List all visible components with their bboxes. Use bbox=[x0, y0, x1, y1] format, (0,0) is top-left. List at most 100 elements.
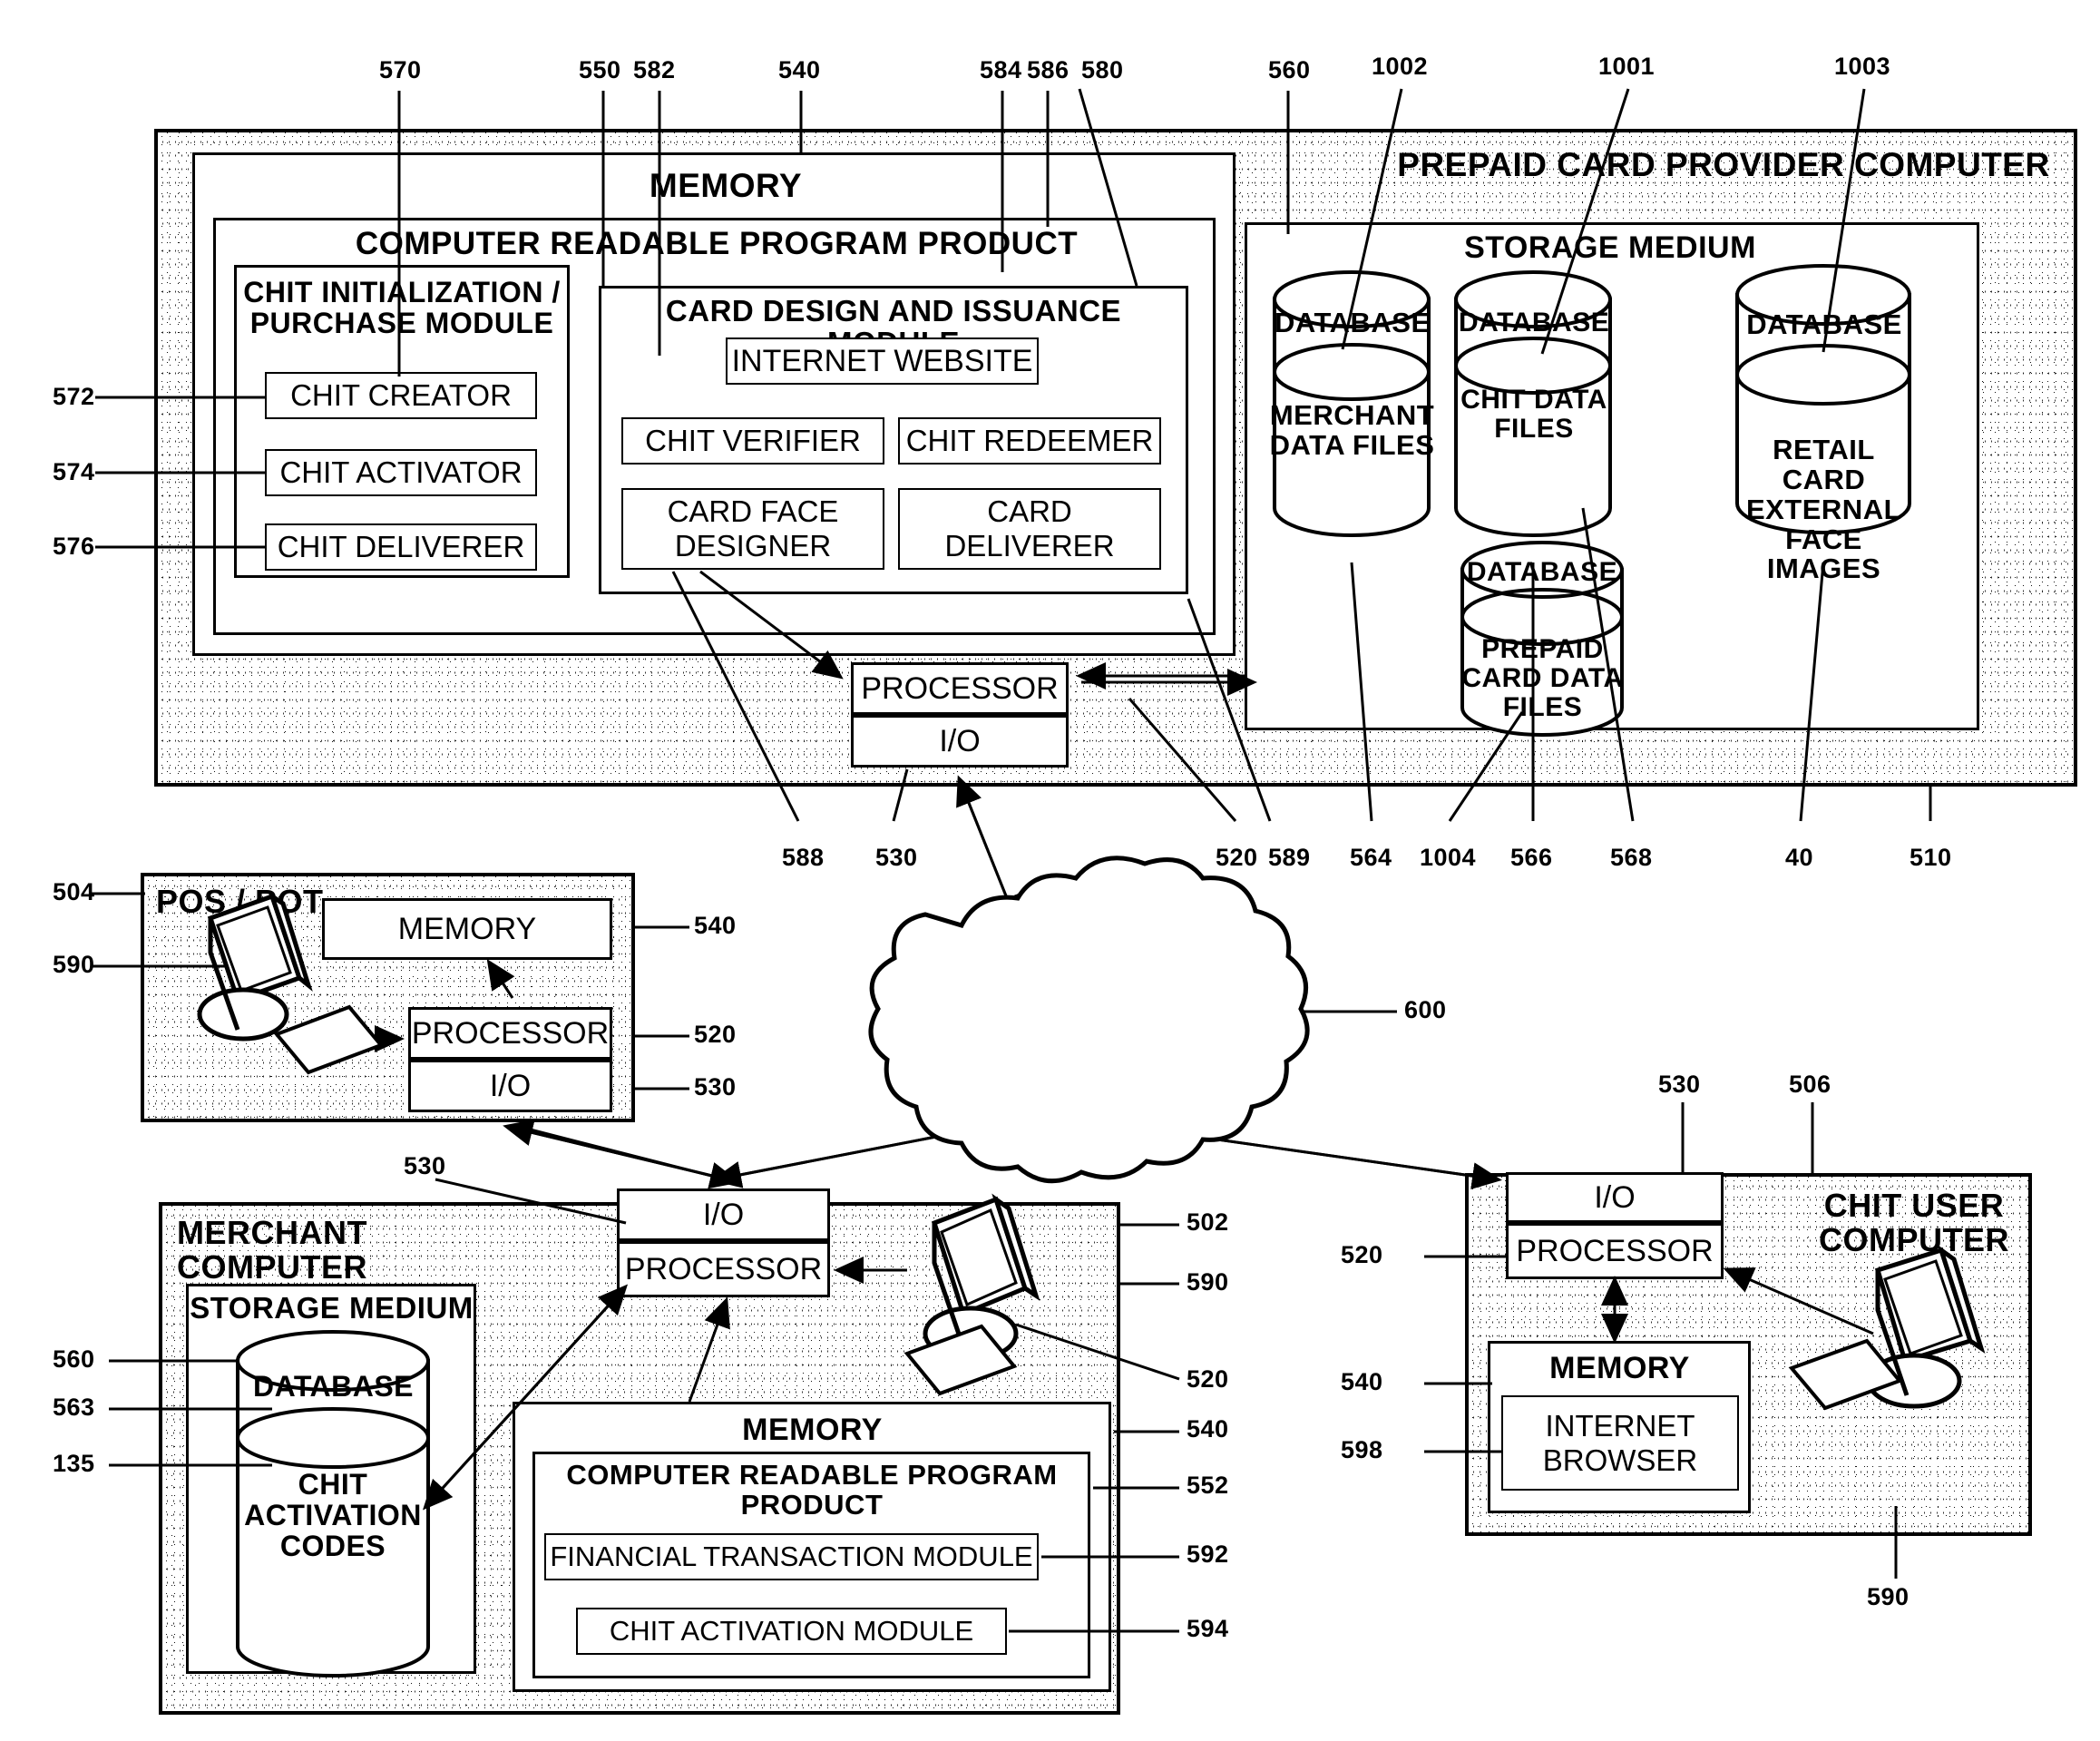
ref-530-chit-user: 530 bbox=[1658, 1071, 1701, 1098]
ref-572: 572 bbox=[53, 383, 95, 410]
chit-redeemer-label: CHIT REDEEMER bbox=[905, 424, 1154, 457]
provider-io-box[interactable]: I/O bbox=[851, 715, 1069, 768]
ref-504: 504 bbox=[53, 878, 95, 905]
provider-db4-top-label: DATABASE bbox=[1466, 557, 1618, 587]
ref-590-merchant: 590 bbox=[1187, 1268, 1229, 1296]
internet-browser-box[interactable]: INTERNET BROWSER bbox=[1501, 1395, 1739, 1491]
financial-transaction-module-box[interactable]: FINANCIAL TRANSACTION MODULE bbox=[544, 1533, 1039, 1580]
ref-576: 576 bbox=[53, 533, 95, 560]
merchant-processor-box[interactable]: PROCESSOR bbox=[617, 1241, 830, 1297]
provider-db1-top-label: DATABASE bbox=[1275, 307, 1431, 338]
internet-browser-label: INTERNET BROWSER bbox=[1542, 1408, 1698, 1477]
merchant-computer-title: MERCHANT COMPUTER bbox=[177, 1214, 367, 1286]
ref-540-merchant: 540 bbox=[1187, 1415, 1229, 1443]
ref-600: 600 bbox=[1404, 996, 1447, 1023]
provider-memory-label: MEMORY bbox=[649, 167, 803, 204]
ref-520-pos: 520 bbox=[694, 1021, 737, 1048]
pos-memory-box[interactable]: MEMORY bbox=[322, 898, 612, 960]
ref-520-merchant: 520 bbox=[1187, 1365, 1229, 1393]
provider-processor-box[interactable]: PROCESSOR bbox=[851, 662, 1069, 715]
merchant-io-box[interactable]: I/O bbox=[617, 1188, 830, 1241]
provider-io-label: I/O bbox=[939, 723, 981, 758]
ref-580: 580 bbox=[1081, 56, 1124, 83]
chit-user-io-box[interactable]: I/O bbox=[1506, 1172, 1724, 1223]
ref-560-top: 560 bbox=[1268, 56, 1311, 83]
ref-589: 589 bbox=[1268, 844, 1311, 871]
communications-network-label: COMMUNICATIONS NETWORK bbox=[928, 983, 1222, 1051]
provider-processor-label: PROCESSOR bbox=[861, 670, 1059, 706]
ref-1002: 1002 bbox=[1372, 53, 1429, 80]
chit-user-memory-label: MEMORY bbox=[1549, 1351, 1690, 1385]
ref-520-chit-user: 520 bbox=[1341, 1241, 1383, 1268]
chit-activation-module-box[interactable]: CHIT ACTIVATION MODULE bbox=[576, 1608, 1007, 1655]
ref-584: 584 bbox=[980, 56, 1022, 83]
ref-540-pos: 540 bbox=[694, 912, 737, 939]
ref-530-merchant: 530 bbox=[404, 1152, 446, 1179]
ref-563: 563 bbox=[53, 1394, 95, 1421]
ref-566: 566 bbox=[1510, 844, 1553, 871]
chit-user-processor-box[interactable]: PROCESSOR bbox=[1506, 1223, 1724, 1279]
ref-560-merchant: 560 bbox=[53, 1345, 95, 1373]
pos-io-label: I/O bbox=[489, 1068, 532, 1103]
merchant-program-product-label: COMPUTER READABLE PROGRAM PRODUCT bbox=[566, 1459, 1058, 1521]
card-face-designer-box[interactable]: CARD FACE DESIGNER bbox=[621, 488, 884, 570]
ref-1004: 1004 bbox=[1420, 844, 1477, 871]
ref-530-pos: 530 bbox=[694, 1073, 737, 1100]
provider-db3-top-label: DATABASE bbox=[1746, 308, 1902, 340]
chit-activator-box[interactable]: CHIT ACTIVATOR bbox=[265, 449, 537, 496]
provider-db4-bottom-label: PREPAID CARD DATA FILES bbox=[1461, 634, 1624, 722]
ref-570: 570 bbox=[379, 56, 422, 83]
chit-redeemer-box[interactable]: CHIT REDEEMER bbox=[898, 417, 1161, 465]
ref-590-pos: 590 bbox=[53, 951, 95, 978]
ref-590-chit-user: 590 bbox=[1867, 1583, 1910, 1610]
merchant-io-label: I/O bbox=[702, 1197, 745, 1232]
ref-592: 592 bbox=[1187, 1540, 1229, 1568]
chit-activator-label: CHIT ACTIVATOR bbox=[279, 455, 523, 489]
ref-598: 598 bbox=[1341, 1436, 1383, 1463]
pos-io-box[interactable]: I/O bbox=[408, 1060, 612, 1112]
ref-564: 564 bbox=[1350, 844, 1392, 871]
ref-1001: 1001 bbox=[1598, 53, 1656, 80]
internet-website-label: INTERNET WEBSITE bbox=[731, 343, 1033, 378]
chit-verifier-box[interactable]: CHIT VERIFIER bbox=[621, 417, 884, 465]
chit-deliverer-box[interactable]: CHIT DELIVERER bbox=[265, 523, 537, 571]
ref-552: 552 bbox=[1187, 1472, 1229, 1499]
chit-initialization-purchase-module-label: CHIT INITIALIZATION / PURCHASE MODULE bbox=[243, 276, 561, 339]
ref-40: 40 bbox=[1785, 844, 1814, 871]
ref-520-provider: 520 bbox=[1216, 844, 1258, 871]
pos-processor-label: PROCESSOR bbox=[411, 1015, 610, 1051]
provider-db1-bottom-label: MERCHANT DATA FILES bbox=[1269, 399, 1435, 461]
card-deliverer-label: CARD DELIVERER bbox=[944, 494, 1115, 562]
chit-creator-box[interactable]: CHIT CREATOR bbox=[265, 372, 537, 419]
chit-user-io-label: I/O bbox=[1594, 1179, 1636, 1215]
card-deliverer-box[interactable]: CARD DELIVERER bbox=[898, 488, 1161, 570]
chit-user-computer-title: CHIT USER COMPUTER bbox=[1819, 1187, 2009, 1259]
patent-figure: PREPAID CARD PROVIDER COMPUTER MEMORY CO… bbox=[0, 0, 2100, 1741]
chit-user-processor-label: PROCESSOR bbox=[1516, 1233, 1714, 1268]
pos-processor-box[interactable]: PROCESSOR bbox=[408, 1007, 612, 1060]
provider-db3-bottom-label: RETAIL CARD EXTERNAL FACE IMAGES bbox=[1745, 434, 1902, 585]
ref-135: 135 bbox=[53, 1450, 95, 1477]
merchant-processor-label: PROCESSOR bbox=[624, 1251, 823, 1286]
ref-510: 510 bbox=[1910, 844, 1952, 871]
ref-568: 568 bbox=[1610, 844, 1653, 871]
ref-540-chit-user: 540 bbox=[1341, 1368, 1383, 1395]
ref-594: 594 bbox=[1187, 1615, 1229, 1642]
provider-program-product-label: COMPUTER READABLE PROGRAM PRODUCT bbox=[355, 226, 1079, 261]
merchant-storage-medium-label: STORAGE MEDIUM bbox=[190, 1291, 474, 1325]
internet-website-box[interactable]: INTERNET WEBSITE bbox=[726, 337, 1039, 385]
pos-memory-label: MEMORY bbox=[397, 911, 537, 946]
ref-1003: 1003 bbox=[1834, 53, 1891, 80]
merchant-db-top-label: DATABASE bbox=[252, 1370, 415, 1403]
chit-activation-module-label: CHIT ACTIVATION MODULE bbox=[609, 1615, 974, 1647]
ref-574: 574 bbox=[53, 458, 95, 485]
provider-db2-top-label: DATABASE bbox=[1459, 308, 1610, 337]
financial-transaction-module-label: FINANCIAL TRANSACTION MODULE bbox=[550, 1540, 1033, 1572]
ref-540-top: 540 bbox=[778, 56, 821, 83]
chit-creator-label: CHIT CREATOR bbox=[290, 378, 512, 412]
ref-550: 550 bbox=[579, 56, 621, 83]
card-face-designer-label: CARD FACE DESIGNER bbox=[667, 494, 839, 562]
ref-530-provider: 530 bbox=[875, 844, 918, 871]
chit-verifier-label: CHIT VERIFIER bbox=[645, 424, 861, 457]
merchant-memory-label: MEMORY bbox=[742, 1413, 883, 1447]
